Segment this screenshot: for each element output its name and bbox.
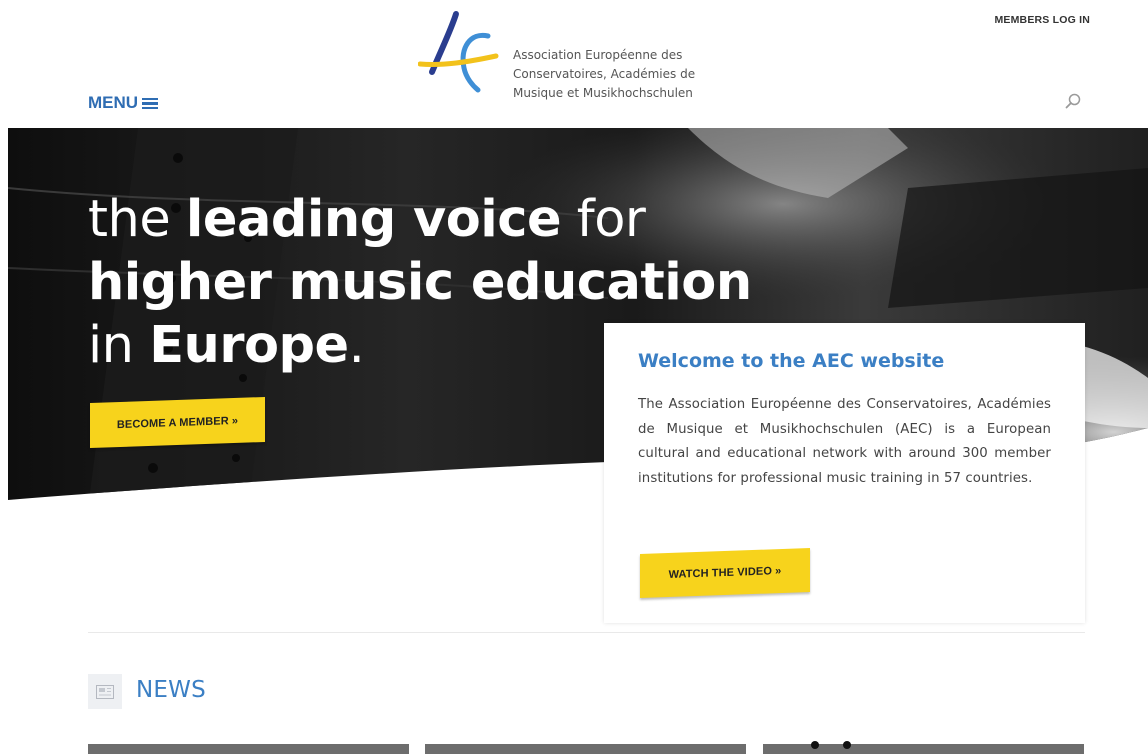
headline-text: for xyxy=(561,190,646,249)
logo-text-line: Association Européenne des xyxy=(513,48,683,62)
news-card[interactable] xyxy=(763,741,1084,754)
search-icon[interactable] xyxy=(1064,92,1082,110)
headline-line-2: higher music education xyxy=(88,253,752,312)
section-divider xyxy=(88,632,1085,633)
aec-logo-icon xyxy=(418,11,499,93)
members-login-link[interactable]: MEMBERS LOG IN xyxy=(994,14,1090,26)
news-image-detail xyxy=(811,741,819,749)
site-logo[interactable]: Association Européenne des Conservatoire… xyxy=(418,10,728,110)
welcome-body: The Association Européenne des Conservat… xyxy=(638,397,1051,486)
news-card[interactable] xyxy=(88,744,409,754)
news-image-detail xyxy=(843,741,851,749)
watch-video-button[interactable]: WATCH THE VIDEO » xyxy=(640,548,810,598)
menu-label: MENU xyxy=(88,93,139,112)
logo-text-line: Conservatoires, Académies de xyxy=(513,67,696,81)
news-icon xyxy=(88,674,122,709)
headline-emphasis: leading voice xyxy=(185,190,562,249)
news-card[interactable] xyxy=(425,744,746,754)
site-header: MEMBERS LOG IN MENU Association Européen… xyxy=(0,0,1148,128)
news-section-title: NEWS xyxy=(136,677,206,703)
headline-text: in xyxy=(88,316,150,375)
welcome-card: Welcome to the AEC website The Associati… xyxy=(604,323,1085,623)
logo-text: Association Européenne des Conservatoire… xyxy=(513,46,733,103)
become-member-button[interactable]: BECOME A MEMBER » xyxy=(90,396,265,449)
menu-icon xyxy=(142,97,159,110)
menu-button[interactable]: MENU xyxy=(88,93,159,113)
logo-text-line: Musique et Musikhochschulen xyxy=(513,86,693,100)
welcome-title: Welcome to the AEC website xyxy=(638,350,945,372)
headline-text: the xyxy=(88,190,186,249)
headline-emphasis: Europe xyxy=(149,316,349,375)
headline-text: . xyxy=(348,316,365,375)
